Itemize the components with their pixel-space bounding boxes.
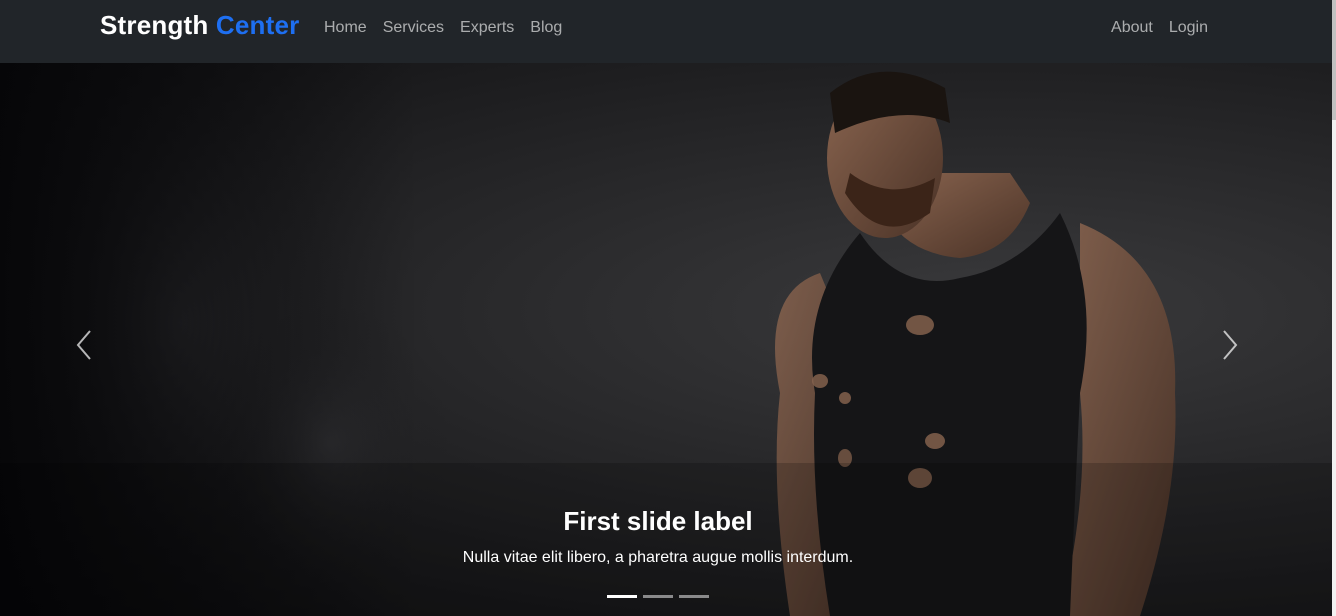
hero-carousel: First slide label Nulla vitae elit liber… [0,63,1332,616]
nav-right-links: About Login [1111,19,1208,37]
brand-strength-text: Strength [100,10,209,40]
nav-link-home[interactable]: Home [324,19,367,37]
nav-link-about[interactable]: About [1111,19,1153,37]
carousel-prev-button[interactable] [64,325,104,365]
carousel-next-button[interactable] [1210,325,1250,365]
nav-link-blog[interactable]: Blog [530,19,562,37]
carousel-indicator-3[interactable] [679,595,709,598]
nav-link-experts[interactable]: Experts [460,19,514,37]
carousel-indicator-2[interactable] [643,595,673,598]
slide-caption: First slide label Nulla vitae elit liber… [0,503,1316,569]
brand-logo[interactable]: Strength Center [100,10,299,41]
slide-caption-text: Nulla vitae elit libero, a pharetra augu… [462,549,854,566]
carousel-indicators [607,595,709,598]
page-scrollbar[interactable] [1332,0,1336,616]
carousel-indicator-1[interactable] [607,595,637,598]
slide-caption-title: First slide label [563,506,753,536]
page: Strength Center Home Services Experts Bl… [0,0,1336,616]
navbar: Strength Center Home Services Experts Bl… [0,0,1336,63]
nav-left-links: Home Services Experts Blog [324,19,562,37]
nav-link-login[interactable]: Login [1169,19,1208,37]
page-scrollbar-thumb[interactable] [1332,0,1336,120]
brand-center-text: Center [215,10,300,40]
chevron-right-icon [1223,330,1238,360]
nav-link-services[interactable]: Services [383,19,444,37]
chevron-left-icon [76,330,91,360]
